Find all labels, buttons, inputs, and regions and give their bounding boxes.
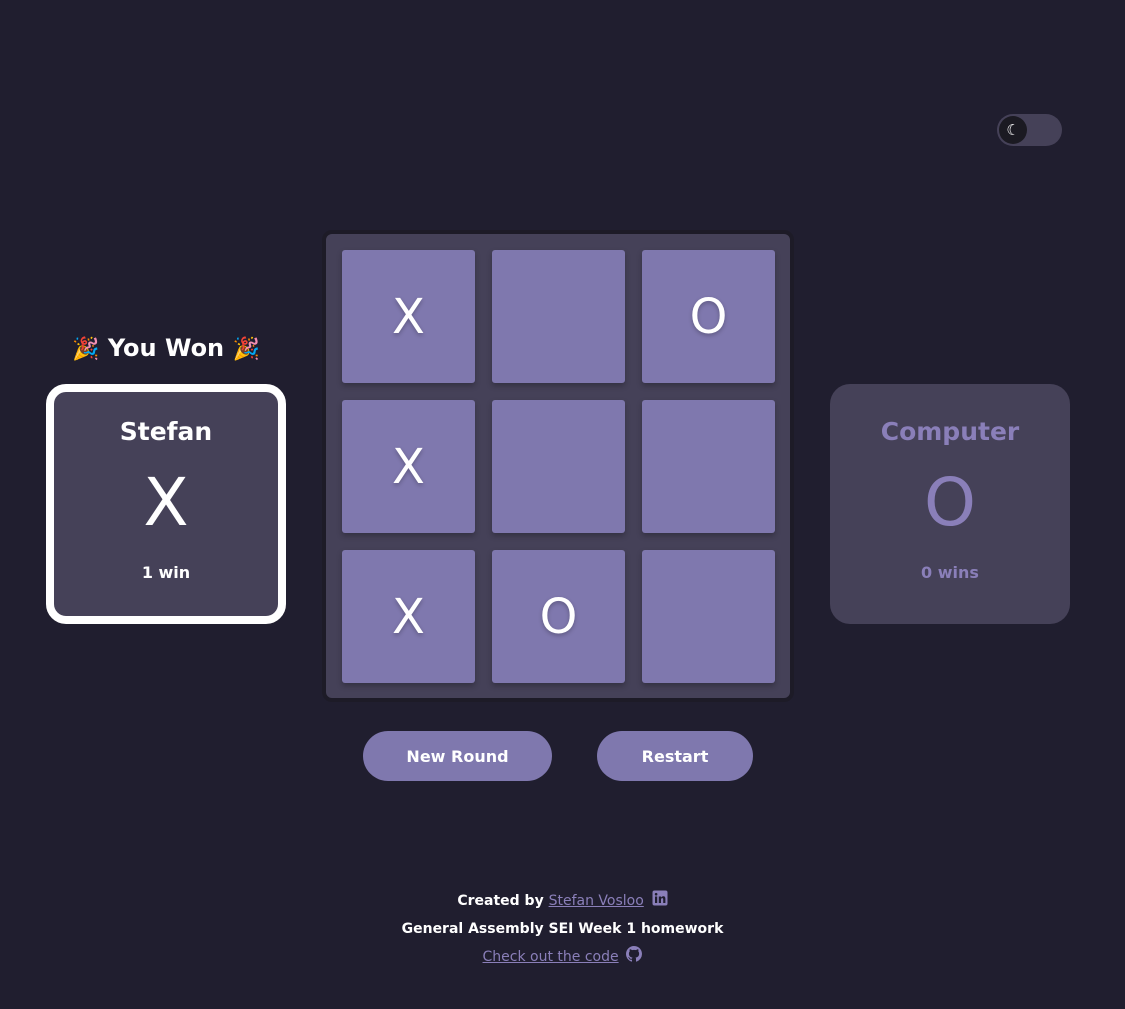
author-link[interactable]: Stefan Vosloo (549, 893, 644, 909)
course-text: General Assembly SEI Week 1 homework (401, 921, 724, 937)
player-wins: 1 win (141, 563, 191, 582)
player-name: Stefan (119, 417, 213, 446)
player-symbol: O (924, 464, 976, 541)
player-card-stefan: Stefan X 1 win (46, 384, 286, 624)
player-card-computer: Computer O 0 wins (830, 384, 1070, 624)
board-cell[interactable] (492, 250, 625, 383)
moon-icon: ☾ (999, 116, 1027, 144)
code-line: Check out the code (0, 946, 1125, 974)
player-symbol: X (143, 464, 189, 541)
theme-toggle[interactable]: ☾ (997, 114, 1062, 146)
created-by-text: Created by (457, 893, 544, 909)
board-cell[interactable] (492, 400, 625, 533)
party-popper-icon: 🎉 (72, 337, 100, 362)
board-cell[interactable] (642, 400, 775, 533)
board-cell[interactable]: X (342, 250, 475, 383)
credits-line: Created by Stefan Vosloo (0, 890, 1125, 918)
game-board: X O X X O (322, 230, 794, 702)
winner-text: You Won (107, 334, 225, 362)
board-cell[interactable]: O (642, 250, 775, 383)
code-link[interactable]: Check out the code (483, 949, 619, 965)
board-cell[interactable]: O (492, 550, 625, 683)
player-name: Computer (880, 417, 1020, 446)
new-round-button[interactable]: New Round (363, 731, 552, 781)
restart-button[interactable]: Restart (597, 731, 753, 781)
board-cell[interactable] (642, 550, 775, 683)
party-popper-icon: 🎉 (232, 337, 260, 362)
board-cell[interactable]: X (342, 400, 475, 533)
github-icon[interactable] (626, 946, 643, 962)
player-wins: 0 wins (921, 563, 979, 582)
footer: Created by Stefan Vosloo General Assembl… (0, 890, 1125, 974)
linkedin-icon[interactable] (652, 890, 668, 906)
board-cell[interactable]: X (342, 550, 475, 683)
winner-banner: 🎉 You Won 🎉 (46, 334, 286, 362)
